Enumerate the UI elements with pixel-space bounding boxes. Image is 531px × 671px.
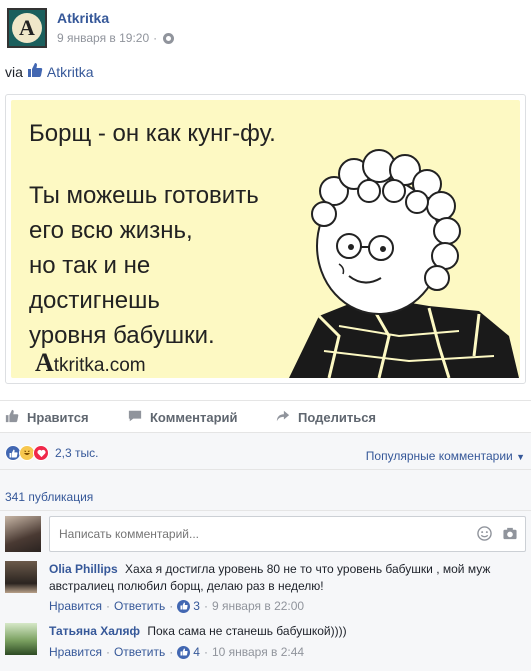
- comment-reply-link[interactable]: Ответить: [114, 599, 165, 613]
- grandma-illustration: [289, 149, 519, 378]
- separator-dot: ·: [105, 599, 110, 613]
- composer-tools: [477, 526, 518, 544]
- via-prefix: via: [5, 63, 23, 80]
- emoji-icon[interactable]: [477, 526, 492, 544]
- comment-body: Olia Phillips Хаха я достигла уровень 80…: [49, 561, 519, 595]
- action-bar: Нравится Комментарий Поделиться: [0, 400, 531, 432]
- caret-down-icon: ▼: [516, 452, 525, 462]
- comment-likes-count: 3: [193, 599, 200, 613]
- globe-icon[interactable]: [163, 32, 175, 44]
- user-avatar: [5, 516, 41, 552]
- comment-timestamp[interactable]: 9 января в 22:00: [212, 599, 304, 613]
- brand-text: tkritka.com: [53, 355, 146, 376]
- page-avatar[interactable]: A: [7, 8, 47, 48]
- page-name-link[interactable]: Atkritka: [57, 10, 109, 26]
- meme-card: Борщ - он как кунг-фу. Ты можешь готовит…: [11, 100, 520, 378]
- page-logo: A: [12, 13, 42, 43]
- thumbs-up-icon: [27, 62, 43, 81]
- brand-letter: A: [35, 348, 54, 377]
- commenter-name[interactable]: Татьяна Халяф: [49, 624, 140, 638]
- separator-dot: ·: [203, 599, 208, 613]
- card-line: но так и не: [29, 252, 151, 279]
- comment-likes[interactable]: 3: [177, 599, 200, 613]
- comment-timestamp[interactable]: 10 января в 2:44: [212, 645, 304, 659]
- comment-like-link[interactable]: Нравится: [49, 645, 102, 659]
- like-button[interactable]: Нравится: [5, 409, 89, 426]
- share-button-label: Поделиться: [298, 410, 377, 425]
- comment-text: Пока сама не станешь бабушкой)))): [147, 624, 347, 638]
- card-line: Ты можешь готовить: [29, 182, 259, 209]
- post-meta: 9 января в 19:20 ·: [57, 31, 175, 45]
- post-header: A Atkritka 9 января в 19:20 ·: [5, 5, 525, 55]
- comment-item: Татьяна Халяф Пока сама не станешь бабуш…: [5, 623, 526, 668]
- divider: [0, 510, 531, 511]
- card-line: достигнешь: [29, 287, 160, 314]
- comment-input[interactable]: [49, 516, 526, 552]
- comment-item: Olia Phillips Хаха я достигла уровень 80…: [5, 561, 526, 616]
- commenter-name[interactable]: Olia Phillips: [49, 562, 118, 576]
- comment-actions: Нравится · Ответить · 3 · 9 января в 22:…: [49, 599, 304, 613]
- via-line: via Atkritka: [5, 62, 94, 81]
- comment-body: Татьяна Халяф Пока сама не станешь бабуш…: [49, 623, 519, 640]
- post-image[interactable]: Борщ - он как кунг-фу. Ты можешь готовит…: [5, 94, 526, 384]
- shares-count-link[interactable]: 341 публикация: [5, 490, 93, 504]
- comment-button-label: Комментарий: [150, 410, 238, 425]
- separator-dot: ·: [169, 645, 174, 659]
- sort-label: Популярные комментарии: [365, 449, 513, 463]
- comment-button[interactable]: Комментарий: [128, 409, 238, 426]
- reactions-count[interactable]: 2,3 тыс.: [55, 446, 98, 460]
- comment-actions: Нравится · Ответить · 4 · 10 января в 2:…: [49, 645, 304, 659]
- camera-icon[interactable]: [502, 526, 518, 544]
- speech-bubble-icon: [128, 409, 142, 426]
- comment-sort-dropdown[interactable]: Популярные комментарии ▼: [366, 449, 525, 463]
- thumbs-up-icon: [5, 409, 19, 426]
- comments-section: 2,3 тыс. Популярные комментарии ▼ 341 пу…: [0, 432, 531, 671]
- card-brand: Atkritka.com: [35, 348, 146, 378]
- card-line: его всю жизнь,: [29, 217, 193, 244]
- like-badge-icon: [177, 599, 191, 613]
- via-page-link[interactable]: Atkritka: [47, 64, 94, 80]
- separator-dot: ·: [203, 645, 208, 659]
- share-arrow-icon: [276, 409, 290, 426]
- reactions-summary[interactable]: 2,3 тыс.: [5, 445, 98, 461]
- separator-dot: ·: [153, 31, 158, 45]
- divider: [0, 469, 531, 470]
- comment-likes[interactable]: 4: [177, 645, 200, 659]
- comment-likes-count: 4: [193, 645, 200, 659]
- comment-composer: [5, 516, 526, 552]
- separator-dot: ·: [169, 599, 174, 613]
- share-button[interactable]: Поделиться: [276, 409, 376, 426]
- post-timestamp[interactable]: 9 января в 19:20: [57, 31, 149, 45]
- like-badge-icon: [177, 645, 191, 659]
- like-button-label: Нравится: [27, 410, 89, 425]
- commenter-avatar[interactable]: [5, 623, 37, 655]
- card-headline: Борщ - он как кунг-фу.: [29, 120, 276, 147]
- comment-reply-link[interactable]: Ответить: [114, 645, 165, 659]
- card-body: Ты можешь готовить его всю жизнь, но так…: [29, 178, 259, 353]
- love-reaction-icon: [33, 445, 49, 461]
- commenter-avatar[interactable]: [5, 561, 37, 593]
- comment-like-link[interactable]: Нравится: [49, 599, 102, 613]
- separator-dot: ·: [105, 645, 110, 659]
